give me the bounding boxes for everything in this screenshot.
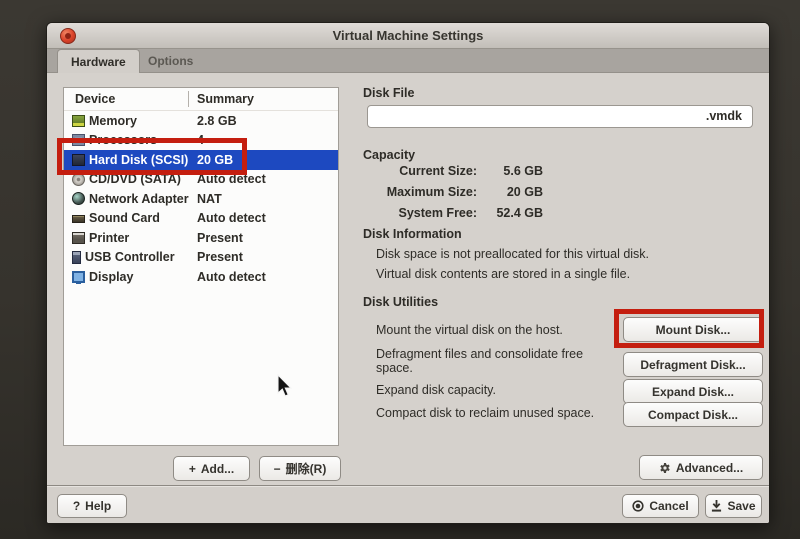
device-name: Sound Card xyxy=(89,211,160,225)
titlebar[interactable]: Virtual Machine Settings xyxy=(47,23,769,49)
help-button-label: Help xyxy=(85,499,111,513)
disk-information-line: Disk space is not preallocated for this … xyxy=(376,247,649,261)
defragment-disk-button[interactable]: Defragment Disk... xyxy=(623,352,763,377)
advanced-button[interactable]: Advanced... xyxy=(639,455,763,480)
device-summary: NAT xyxy=(197,192,222,206)
add-device-button[interactable]: + Add... xyxy=(173,456,250,481)
save-arrow-icon xyxy=(711,500,722,512)
device-row-cd-dvd[interactable]: CD/DVD (SATA) Auto detect xyxy=(64,170,338,190)
capacity-label: System Free: xyxy=(377,206,477,220)
plus-icon: + xyxy=(189,462,196,476)
device-row-sound-card[interactable]: Sound Card Auto detect xyxy=(64,209,338,229)
defragment-disk-description: Defragment files and consolidate free sp… xyxy=(376,347,614,375)
network-adapter-icon xyxy=(72,192,85,205)
printer-icon xyxy=(72,232,85,244)
device-name: Display xyxy=(89,270,133,284)
question-mark-icon: ? xyxy=(73,499,80,513)
save-button[interactable]: Save xyxy=(705,494,762,518)
device-row-memory[interactable]: Memory 2.8 GB xyxy=(64,111,338,131)
capacity-value: 20 GB xyxy=(481,185,543,199)
compact-disk-button[interactable]: Compact Disk... xyxy=(623,402,763,427)
capacity-label: Current Size: xyxy=(377,164,477,178)
cd-dvd-icon xyxy=(72,173,85,186)
device-row-printer[interactable]: Printer Present xyxy=(64,228,338,248)
close-icon[interactable] xyxy=(60,28,76,44)
help-button[interactable]: ? Help xyxy=(57,494,127,518)
device-name: USB Controller xyxy=(85,250,175,264)
add-button-label: Add... xyxy=(201,462,234,476)
footer-bar: ? Help Cancel Save xyxy=(47,485,769,523)
device-name: Network Adapter xyxy=(89,192,189,206)
device-summary: Auto detect xyxy=(197,172,266,186)
expand-disk-description: Expand disk capacity. xyxy=(376,383,496,397)
tab-bar: Hardware Options xyxy=(47,49,769,73)
device-summary: 20 GB xyxy=(197,153,233,167)
capacity-label: Maximum Size: xyxy=(377,185,477,199)
cancel-button-label: Cancel xyxy=(649,499,688,513)
window-title: Virtual Machine Settings xyxy=(333,28,484,43)
gear-icon xyxy=(659,462,671,474)
device-name: Processors xyxy=(89,133,157,147)
tab-hardware[interactable]: Hardware xyxy=(57,49,140,73)
device-row-hard-disk[interactable]: Hard Disk (SCSI) 20 GB xyxy=(64,150,338,170)
column-header-device[interactable]: Device xyxy=(75,92,115,106)
hard-disk-icon xyxy=(72,154,85,166)
capacity-value: 5.6 GB xyxy=(481,164,543,178)
device-name: CD/DVD (SATA) xyxy=(89,172,181,186)
device-name: Printer xyxy=(89,231,129,245)
sound-card-icon xyxy=(72,215,85,223)
device-summary: 4 xyxy=(197,133,204,147)
device-name: Memory xyxy=(89,114,137,128)
vm-settings-window: Virtual Machine Settings Hardware Option… xyxy=(46,22,770,524)
device-summary: Present xyxy=(197,231,243,245)
disk-utilities-heading: Disk Utilities xyxy=(363,295,438,309)
compact-disk-description: Compact disk to reclaim unused space. xyxy=(376,406,594,420)
device-row-network-adapter[interactable]: Network Adapter NAT xyxy=(64,189,338,209)
remove-button-label: 删除(R) xyxy=(286,460,327,477)
capacity-row-maximum: Maximum Size: 20 GB xyxy=(377,185,577,205)
disk-information-heading: Disk Information xyxy=(363,227,462,241)
tab-options[interactable]: Options xyxy=(135,49,206,73)
column-header-summary[interactable]: Summary xyxy=(197,92,254,106)
expand-disk-button[interactable]: Expand Disk... xyxy=(623,379,763,404)
desktop-background: Virtual Machine Settings Hardware Option… xyxy=(0,0,800,539)
display-icon xyxy=(72,271,85,283)
disk-file-input[interactable]: .vmdk xyxy=(367,105,753,128)
usb-controller-icon xyxy=(72,251,81,264)
mount-disk-button[interactable]: Mount Disk... xyxy=(623,317,763,342)
column-divider xyxy=(188,91,189,107)
device-summary: Present xyxy=(197,250,243,264)
remove-device-button[interactable]: − 删除(R) xyxy=(259,456,341,481)
cancel-circle-icon xyxy=(632,500,644,512)
processors-icon xyxy=(72,134,85,146)
cancel-button[interactable]: Cancel xyxy=(622,494,699,518)
disk-file-heading: Disk File xyxy=(363,86,414,100)
device-summary: Auto detect xyxy=(197,211,266,225)
device-list-panel: Device Summary Memory 2.8 GB Processors … xyxy=(63,87,339,446)
advanced-button-label: Advanced... xyxy=(676,461,743,475)
device-name: Hard Disk (SCSI) xyxy=(89,153,188,167)
capacity-row-current: Current Size: 5.6 GB xyxy=(377,164,577,184)
capacity-row-system-free: System Free: 52.4 GB xyxy=(377,206,577,226)
device-row-processors[interactable]: Processors 4 xyxy=(64,131,338,151)
device-row-display[interactable]: Display Auto detect xyxy=(64,267,338,287)
capacity-value: 52.4 GB xyxy=(481,206,543,220)
device-row-usb-controller[interactable]: USB Controller Present xyxy=(64,248,338,268)
minus-icon: − xyxy=(274,462,281,476)
disk-information-line: Virtual disk contents are stored in a si… xyxy=(376,267,630,281)
save-button-label: Save xyxy=(727,499,755,513)
device-summary: Auto detect xyxy=(197,270,266,284)
device-list-header: Device Summary xyxy=(64,88,338,111)
memory-icon xyxy=(72,115,85,127)
capacity-heading: Capacity xyxy=(363,148,415,162)
device-summary: 2.8 GB xyxy=(197,114,237,128)
mount-disk-description: Mount the virtual disk on the host. xyxy=(376,323,563,337)
